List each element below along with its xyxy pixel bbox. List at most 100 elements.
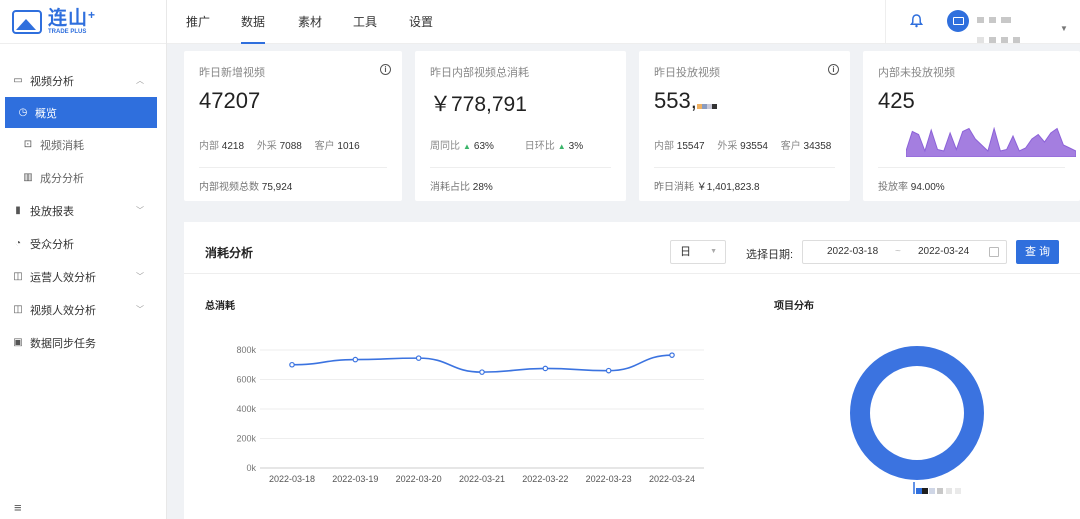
chevron-up-icon: ︿ xyxy=(136,76,144,85)
sidebar-item-4[interactable]: ▮ 投放报表 ﹀ xyxy=(0,194,166,227)
sidebar-item-label: 视频分析 xyxy=(30,75,74,88)
panel-title: 消耗分析 xyxy=(205,246,254,260)
legend-swatch-redacted xyxy=(922,488,928,494)
tab-settings[interactable]: 设置 xyxy=(409,0,433,44)
data-point xyxy=(542,365,549,372)
y-tick-label: 0k xyxy=(246,463,256,473)
card-divider xyxy=(199,167,387,168)
data-point xyxy=(352,356,359,363)
chevron-down-icon: ▼ xyxy=(710,248,717,255)
data-point xyxy=(415,355,422,361)
shield-icon: ◫ xyxy=(13,304,23,315)
card-title: 昨日投放视频 xyxy=(654,67,720,79)
card-value: 47207 xyxy=(199,88,261,113)
sidebar-item-7[interactable]: ◫ 视频人效分析 ﹀ xyxy=(0,293,166,326)
video-icon: ▭ xyxy=(13,75,23,86)
card-divider xyxy=(654,167,835,168)
info-icon[interactable]: i xyxy=(828,64,839,75)
sidebar-item-label: 受众分析 xyxy=(30,238,74,251)
tab-data[interactable]: 数据 xyxy=(241,0,266,44)
chevron-down-icon: ﹀ xyxy=(136,272,144,281)
brand-subtitle: TRADE PLUS xyxy=(48,28,87,35)
tab-materials[interactable]: 素材 xyxy=(298,0,322,44)
start-date[interactable]: 2022-03-18 xyxy=(827,241,878,263)
brand-name: 连山 xyxy=(48,7,89,29)
sidebar-item-0[interactable]: ▭ 视频分析 ︿ xyxy=(0,64,166,97)
card-divider xyxy=(878,167,1065,168)
x-tick-label: 2022-03-21 xyxy=(459,474,505,484)
x-tick-label: 2022-03-19 xyxy=(332,474,378,484)
card-title: 内部未投放视频 xyxy=(878,67,955,79)
calendar-icon[interactable] xyxy=(989,247,999,257)
sidebar-item-label: 视频消耗 xyxy=(40,139,84,152)
card-new-video: 昨日新增视频 i 47207 内部 4218 外采 7088 客户 1016 内… xyxy=(184,51,402,201)
chevron-down-icon: ﹀ xyxy=(136,206,144,215)
card-internal-cost: 昨日内部视频总消耗 ￥778,791 周同比 ▲ 63% 日环比 ▲ 3% 消耗占比 2… xyxy=(415,51,626,201)
end-date[interactable]: 2022-03-24 xyxy=(918,241,969,263)
date-range-picker[interactable]: 2022-03-18 ~ 2022-03-24 xyxy=(802,240,1007,264)
bell-icon[interactable] xyxy=(910,14,923,28)
info-icon[interactable]: i xyxy=(380,64,391,75)
clock-icon: ◷ xyxy=(18,107,28,118)
cost-analysis-panel: 消耗分析 日 ▼ 选择日期: 2022-03-18 ~ 2022-03-24 查 … xyxy=(184,222,1080,519)
sidebar-item-label: 投放报表 xyxy=(30,205,74,218)
card-title: 昨日新增视频 xyxy=(199,67,265,79)
arrow-up-icon: ▲ xyxy=(463,142,471,151)
total-cost-line-chart: 0k 200k 400k 600k 800k 2022-03-18 2022-03-19 20… xyxy=(236,345,704,484)
project-distribution-donut-chart xyxy=(850,346,984,494)
card-value: 553, xyxy=(654,88,717,115)
shield-icon: ◫ xyxy=(13,271,23,282)
sidebar-item-1[interactable]: ◷ 概览 xyxy=(5,97,157,128)
donut-slice xyxy=(850,346,984,480)
sparkline-chart xyxy=(906,127,1076,157)
donut-chart-title: 项目分布 xyxy=(774,301,814,312)
y-tick-label: 200k xyxy=(236,434,256,444)
sidebar-menu: ▭ 视频分析 ︿ ◷ 概览 ⊡ 视频消耗 ▥ 成分分析 ▮ 投放报表 ﹀ ◔ 受众分析 ◫ 运营人效分析 ﹀ ◫ 视… xyxy=(0,44,166,359)
legend-swatch-redacted xyxy=(929,488,935,494)
sidebar-item-8[interactable]: ▣ 数据同步任务 xyxy=(0,326,166,359)
sidebar-item-label: 概览 xyxy=(35,107,57,120)
sidebar-item-label: 数据同步任务 xyxy=(30,337,96,350)
x-tick-label: 2022-03-22 xyxy=(522,474,568,484)
sidebar-item-2[interactable]: ⊡ 视频消耗 xyxy=(0,128,166,161)
sidebar-item-label: 视频人效分析 xyxy=(30,304,96,317)
card-footer: 投放率 94.00% xyxy=(878,182,945,193)
query-button[interactable]: 查 询 xyxy=(1016,240,1059,264)
sidebar-item-3[interactable]: ▥ 成分分析 xyxy=(0,161,166,194)
arrow-up-icon: ▲ xyxy=(557,142,566,151)
y-tick-label: 600k xyxy=(236,375,256,385)
card-comparison: 周同比 ▲ 63% 日环比 ▲ 3% xyxy=(430,141,584,152)
legend-swatch-redacted xyxy=(955,488,961,494)
x-tick-label: 2022-03-20 xyxy=(396,474,442,484)
tab-tools[interactable]: 工具 xyxy=(353,0,377,44)
sidebar-item-label: 成分分析 xyxy=(40,172,84,185)
avatar-icon[interactable] xyxy=(947,10,969,32)
chart-box-icon: ⊡ xyxy=(23,139,33,150)
card-title: 昨日内部视频总消耗 xyxy=(430,67,529,79)
x-tick-label: 2022-03-18 xyxy=(269,474,315,484)
chevron-down-icon[interactable]: ▼ xyxy=(1060,24,1068,33)
y-tick-label: 800k xyxy=(236,345,256,355)
username-blurred[interactable] xyxy=(977,12,1037,43)
top-navbar: 推广 数据 素材 工具 设置 ▼ xyxy=(167,0,1080,44)
legend-swatch-redacted xyxy=(937,488,943,494)
card-breakdown: 内部 4218 外采 7088 客户 1016 xyxy=(199,141,360,152)
card-footer: 昨日消耗 ￥1,401,823.8 xyxy=(654,182,760,193)
navbar-divider xyxy=(885,0,886,44)
legend-swatch-redacted xyxy=(946,488,952,494)
sidebar-item-5[interactable]: ◔ 受众分析 xyxy=(0,227,166,260)
sparkline-area xyxy=(906,127,1076,157)
data-point xyxy=(669,352,675,358)
redacted-digits xyxy=(696,89,717,115)
brand-logo[interactable]: 连山+ TRADE PLUS xyxy=(0,0,166,44)
card-placed-video: 昨日投放视频 i 553, 内部 15547 外采 93554 客户 34358… xyxy=(639,51,850,201)
sidebar-item-6[interactable]: ◫ 运营人效分析 ﹀ xyxy=(0,260,166,293)
collapse-menu-icon[interactable]: ≡ xyxy=(14,500,22,515)
legend-swatch-redacted xyxy=(916,488,922,494)
sidebar-item-label: 运营人效分析 xyxy=(30,271,96,284)
line-chart-title: 总消耗 xyxy=(205,301,235,312)
granularity-select[interactable]: 日 ▼ xyxy=(670,240,726,264)
chevron-down-icon: ﹀ xyxy=(136,305,144,314)
date-separator: ~ xyxy=(895,246,901,257)
tab-promotion[interactable]: 推广 xyxy=(186,0,210,44)
